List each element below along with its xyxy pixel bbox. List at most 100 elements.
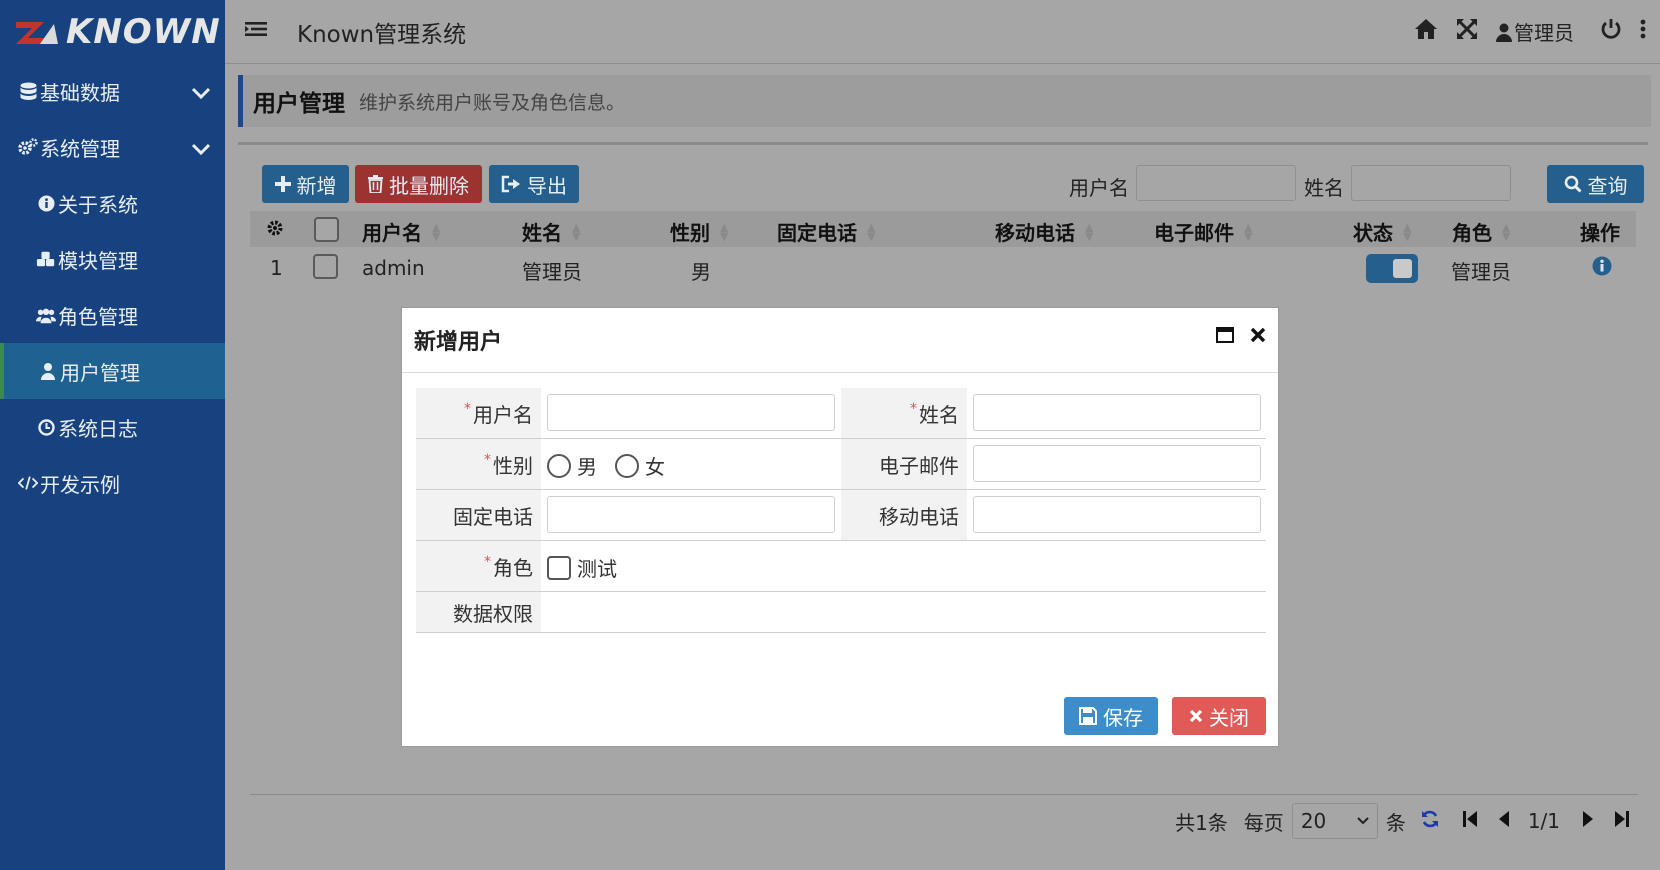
first-page-icon[interactable] [1462,809,1478,833]
form-row: * 角色 测试 [416,541,1266,592]
page-size-select[interactable]: 20 [1291,803,1378,839]
close-icon [1189,709,1203,723]
gender-radio-female[interactable]: 女 [615,451,665,480]
code-icon [18,475,38,491]
search-username-input[interactable] [1136,165,1296,201]
database-icon [18,82,38,101]
sidebar-item-basic-data[interactable]: 基础数据 [0,63,225,119]
sidebar-item-label: 开发示例 [40,472,120,497]
next-page-icon[interactable] [1582,809,1594,833]
gender-label: * 性别 [416,439,541,489]
email-field[interactable] [973,445,1261,482]
maximize-icon[interactable] [1216,326,1234,348]
pager-total: 共1条 [1175,810,1228,835]
power-icon[interactable] [1600,18,1622,45]
info-icon[interactable] [1592,256,1612,281]
batch-delete-button[interactable]: 批量删除 [355,165,482,203]
user-icon [1496,23,1512,42]
sort-icon: ▲ ▼ [432,220,441,243]
column-header-email[interactable]: 电子邮件 ▲ ▼ [1154,217,1252,246]
gender-radio-male[interactable]: 男 [547,451,597,480]
sidebar-item-dev-examples[interactable]: 开发示例 [0,455,225,511]
close-icon[interactable] [1250,326,1266,348]
home-icon[interactable] [1414,18,1438,45]
role-label: * 角色 [416,541,541,591]
sidebar-item-label: 角色管理 [58,304,138,329]
select-all-checkbox[interactable] [314,217,339,242]
column-header-status[interactable]: 状态 ▲ ▼ [1353,217,1411,246]
column-header-mobile[interactable]: 移动电话 ▲ ▼ [995,217,1093,246]
sort-icon: ▲ ▼ [1244,220,1253,243]
toolbar: 新增 批量删除 导出 用户名 姓名 查询 [262,165,1644,203]
cubes-icon [36,250,56,268]
row-checkbox[interactable] [313,254,338,279]
add-button-label: 新增 [296,173,337,198]
add-button[interactable]: 新增 [262,165,349,203]
search-name-label: 姓名 [1304,176,1344,200]
cogs-icon [18,138,38,156]
sidebar-item-users[interactable]: 用户管理 [0,343,225,399]
prev-page-icon[interactable] [1498,809,1510,833]
username-field[interactable] [547,394,835,431]
dialog-header: 新增用户 [402,308,1278,373]
sort-icon: ▲ ▼ [1502,220,1511,243]
query-button-label: 查询 [1587,173,1628,198]
sidebar-item-logs[interactable]: 系统日志 [0,399,225,455]
more-vertical-icon[interactable] [1640,19,1646,44]
page-header: 用户管理 维护系统用户账号及角色信息。 [238,75,1651,127]
phone-field[interactable] [547,496,835,533]
query-button[interactable]: 查询 [1547,165,1644,203]
clock-icon [36,418,56,436]
last-page-icon[interactable] [1614,809,1630,833]
cell-role: 管理员 [1451,260,1511,284]
sidebar-item-roles[interactable]: 角色管理 [0,287,225,343]
save-button[interactable]: 保存 [1064,697,1158,735]
mobile-label: 移动电话 [841,490,967,540]
user-menu[interactable]: 管理员 [1496,17,1574,46]
export-button[interactable]: 导出 [489,165,579,203]
status-toggle[interactable] [1366,254,1418,283]
sort-icon: ▲ ▼ [720,220,729,243]
column-header-username[interactable]: 用户名 ▲ ▼ [362,217,440,246]
search-username-label: 用户名 [1069,176,1129,200]
column-header-phone[interactable]: 固定电话 ▲ ▼ [777,217,875,246]
data-scope-label: 数据权限 [416,592,541,632]
menu-toggle-icon[interactable] [245,20,267,43]
refresh-icon[interactable] [1420,809,1440,834]
column-header-gender[interactable]: 性别 ▲ ▼ [670,217,728,246]
form-row: * 性别 男 女 电子邮件 [416,439,1266,490]
trash-icon [368,175,383,193]
phone-label: 固定电话 [416,490,541,540]
sidebar-item-about[interactable]: 关于系统 [0,175,225,231]
export-icon [501,175,520,193]
pager-divider [250,794,1638,795]
sort-icon: ▲ ▼ [1403,220,1412,243]
pager-unit: 条 [1385,810,1406,835]
email-label: 电子邮件 [841,439,967,489]
info-circle-icon [36,195,56,212]
column-header-name[interactable]: 姓名 ▲ ▼ [522,217,580,246]
chevron-down-icon [1357,817,1369,825]
users-icon [36,307,56,324]
settings-gear-icon[interactable] [266,219,284,237]
column-header-role[interactable]: 角色 ▲ ▼ [1452,217,1510,246]
top-bar: Known管理系统 管理员 [225,0,1660,64]
name-label: * 姓名 [841,388,967,438]
logo-mark-icon [16,21,58,44]
name-field[interactable] [973,394,1261,431]
search-name-input[interactable] [1351,165,1511,201]
sidebar-item-modules[interactable]: 模块管理 [0,231,225,287]
logo: KNOWN [0,0,225,63]
sidebar-item-system-management[interactable]: 系统管理 [0,119,225,175]
role-checkbox-test[interactable]: 测试 [547,553,617,582]
fullscreen-icon[interactable] [1456,18,1478,45]
user-form: * 用户名 * 姓名 * 性别 男 女 电子邮件 固定电话 移动电话 * 角色 测试 [416,388,1266,633]
form-row: 数据权限 [416,592,1266,633]
mobile-field[interactable] [973,496,1261,533]
pager-per-page-label: 每页 [1243,810,1284,835]
sidebar-item-label: 关于系统 [58,192,138,217]
pagination: 共1条 每页 20 条 1/1 [1175,803,1630,839]
close-button[interactable]: 关闭 [1172,697,1266,735]
batch-delete-button-label: 批量删除 [389,173,469,198]
form-row: 固定电话 移动电话 [416,490,1266,541]
